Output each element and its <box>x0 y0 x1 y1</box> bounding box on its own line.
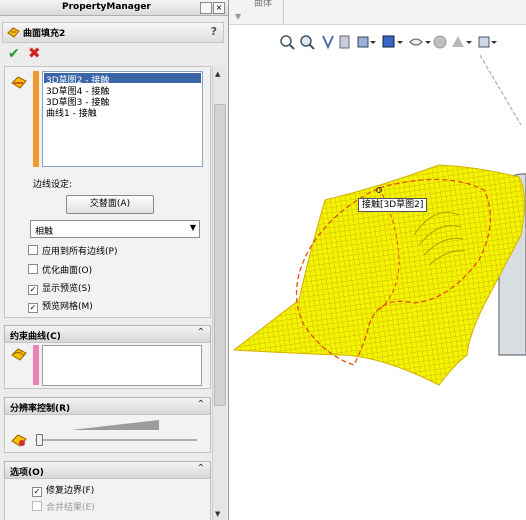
resolution-ramp <box>71 420 159 430</box>
checkbox-label: 修复边界(F) <box>46 486 95 496</box>
apply-all-edges-checkbox[interactable]: 应用到所有边线(P) <box>28 244 117 257</box>
panel-title-bar: PropertyManager × <box>0 0 228 16</box>
constraint-color-bar <box>33 345 39 385</box>
checkbox-label: 显示预览(S) <box>42 284 91 294</box>
view-toolbar <box>280 35 497 50</box>
pin-button[interactable] <box>200 2 212 14</box>
hide-show-icon <box>409 38 431 46</box>
chevron-down-icon[interactable]: ▼ <box>235 12 241 21</box>
axis-line <box>479 55 522 126</box>
toolbar-divider <box>283 0 284 24</box>
checkbox-label: 优化曲面(O) <box>42 266 93 276</box>
panel-close-button[interactable]: × <box>213 2 225 14</box>
checkbox-box <box>28 245 38 255</box>
resolution-slider-thumb[interactable] <box>36 434 43 446</box>
feature-title: 曲面填充2 <box>23 29 66 39</box>
scrollbar-thumb[interactable] <box>214 104 226 406</box>
collapse-icon[interactable]: ⌃ <box>197 399 205 410</box>
list-item[interactable]: 曲线1 - 接触 <box>46 106 97 119</box>
optimize-surface-checkbox[interactable]: 优化曲面(O) <box>28 263 92 276</box>
property-manager-panel: PropertyManager × 曲面填充2 ? ✔ ✖ 3D草图2 - 接触… <box>0 0 229 520</box>
panel-scrollbar[interactable]: ▲ ▼ <box>212 66 226 520</box>
chevron-down-icon: ▼ <box>189 223 196 232</box>
group-title: 约束曲线(C) <box>10 332 61 342</box>
condition-select[interactable]: 相触 ▼ <box>30 220 200 238</box>
checkbox-box <box>32 501 42 511</box>
previous-view-icon <box>322 35 334 50</box>
checkbox-box: ✓ <box>28 303 38 313</box>
cancel-button[interactable]: ✖ <box>28 44 41 62</box>
constraint-curve-icon <box>11 348 27 361</box>
view-settings-icon <box>478 36 497 48</box>
swap-face-button[interactable]: 交替面(A) <box>66 195 154 214</box>
collapse-icon[interactable]: ⌃ <box>197 327 205 338</box>
boundary-edge-icon <box>11 76 27 89</box>
constraint-curves-group <box>4 342 211 389</box>
help-button[interactable]: ? <box>211 25 217 38</box>
view-orientation-icon <box>357 36 376 48</box>
preview-mesh-checkbox[interactable]: ✓ 预览网格(M) <box>28 299 93 313</box>
scroll-down-icon[interactable]: ▼ <box>215 510 220 518</box>
ok-button[interactable]: ✔ <box>8 46 20 62</box>
edge-settings-label: 边线设定: <box>33 180 73 190</box>
boundary-color-bar <box>33 71 39 167</box>
condition-value: 相触 <box>35 227 54 237</box>
panel-title: PropertyManager <box>62 2 151 12</box>
checkbox-label: 合并结果(E) <box>46 503 95 513</box>
model-scene <box>232 55 526 386</box>
fill-surface-icon <box>7 27 20 38</box>
show-preview-checkbox[interactable]: ✓ 显示预览(S) <box>28 281 91 295</box>
checkbox-label: 应用到所有边线(P) <box>42 247 118 257</box>
group-title: 选项(O) <box>10 468 44 478</box>
resolution-icon <box>11 434 27 447</box>
resolution-control-group <box>4 414 211 453</box>
resolution-slider-track[interactable] <box>35 439 197 441</box>
checkbox-label: 预览网格(M) <box>42 302 93 312</box>
boundary-callout[interactable]: 接触[3D草图2] <box>358 198 428 212</box>
command-toolbar-strip: 曲体 ▼ <box>229 0 526 25</box>
feature-header: 曲面填充2 ? <box>2 22 224 43</box>
repair-boundary-checkbox[interactable]: ✓ 修复边界(F) <box>32 483 94 497</box>
toolbar-label: 曲体 <box>254 0 273 9</box>
graphics-area[interactable]: 曲体 ▼ 接触[3D草图2] <box>229 0 526 520</box>
collapse-icon[interactable]: ⌃ <box>197 463 205 474</box>
scene-icon <box>452 36 472 47</box>
constraint-list[interactable] <box>42 345 202 386</box>
zoom-fit-icon <box>280 35 295 50</box>
group-title: 分辨率控制(R) <box>10 404 71 414</box>
display-style-icon <box>382 35 403 48</box>
appearance-icon <box>433 35 447 49</box>
checkbox-box: ✓ <box>28 285 38 295</box>
boundary-list[interactable]: 3D草图2 - 接触 3D草图4 - 接触 3D草图3 - 接触 曲线1 - 接… <box>42 71 203 167</box>
merge-result-checkbox[interactable]: 合并结果(E) <box>32 500 95 513</box>
zoom-area-icon <box>300 35 315 50</box>
options-header[interactable]: 选项(O) ⌃ <box>4 461 211 479</box>
constraint-curves-header[interactable]: 约束曲线(C) ⌃ <box>4 325 211 343</box>
scroll-up-icon[interactable]: ▲ <box>215 70 220 78</box>
section-view-icon <box>339 35 350 49</box>
checkbox-box <box>28 264 38 274</box>
checkbox-box: ✓ <box>32 487 42 497</box>
resolution-control-header[interactable]: 分辨率控制(R) ⌃ <box>4 397 211 415</box>
